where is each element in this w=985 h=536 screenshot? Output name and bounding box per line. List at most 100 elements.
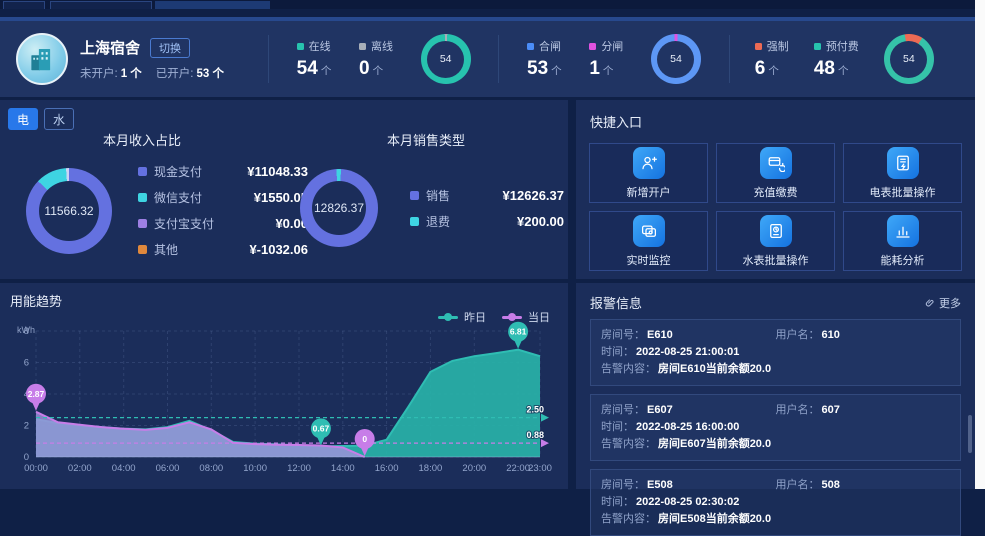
quick-entry-realtime-monitor[interactable]: 实时监控 <box>589 211 708 271</box>
site-block: 上海宿舍 切换 未开户:1 个 已开户:53 个 <box>16 33 268 85</box>
energy-trend-panel: 用能趋势 昨日 当日 00:0002:0004:0006:0008:0010:0… <box>0 283 568 489</box>
building-icon <box>27 44 57 74</box>
sales-chart-half: 本月销售类型 12826.37 销售¥12626.37 退费¥200.00 <box>284 130 568 258</box>
alarm-time-field: 时间：2022-08-25 16:00:00 <box>601 419 950 436</box>
top-tab-stub[interactable] <box>3 1 45 9</box>
online-status-group: 在线 54个 离线 0个 54 <box>269 34 498 84</box>
svg-text:2.50: 2.50 <box>526 405 544 415</box>
svg-text:2.87: 2.87 <box>28 389 45 399</box>
legend-dot <box>138 193 147 202</box>
alarm-card[interactable]: 房间号：E607 用户名：607 时间：2022-08-25 16:00:00 … <box>590 394 961 461</box>
svg-text:2: 2 <box>24 421 29 432</box>
quick-entry-add-account[interactable]: 新增开户 <box>589 143 708 203</box>
svg-text:6.81: 6.81 <box>510 327 527 337</box>
quick-entry-panel: 快捷入口 新增开户 充值缴费 电表批量操作 实时监控 <box>576 100 975 279</box>
svg-text:16:00: 16:00 <box>375 463 399 474</box>
alarm-content-field: 告警内容：房间E508当前余额20.0 <box>601 511 950 528</box>
online-dot <box>297 43 304 50</box>
legend-dot <box>138 167 147 176</box>
closed-dot <box>527 43 534 50</box>
top-tab-stub[interactable] <box>50 1 152 9</box>
site-name: 上海宿舍 <box>80 37 140 58</box>
svg-text:0.88: 0.88 <box>526 430 544 440</box>
forced-stat: 强制 6个 <box>755 38 789 80</box>
legend-item: 现金支付¥11048.33 <box>138 163 308 180</box>
monthly-charts-panel: 电 水 本月收入占比 11566.32 现金支付¥11048.33 微信支付¥1… <box>0 100 568 279</box>
not-opened-stat: 未开户:1 个 <box>80 65 142 81</box>
legend-marker <box>502 316 522 319</box>
open-stat: 分闸 1个 <box>589 38 623 80</box>
svg-text:08:00: 08:00 <box>199 463 223 474</box>
svg-text:6: 6 <box>24 358 29 369</box>
dashboard-page: { "header": { "site": { "name": "上海宿舍", … <box>0 0 985 489</box>
switch-gauge: 54 <box>651 34 701 84</box>
alarm-card[interactable]: 房间号：E610 用户名：610 时间：2022-08-25 21:00:01 … <box>590 319 961 386</box>
realtime-monitor-icon <box>633 215 665 247</box>
payment-mode-group: 强制 6个 预付费 48个 54 <box>730 34 959 84</box>
energy-analysis-icon <box>887 215 919 247</box>
legend-dot <box>410 217 419 226</box>
quick-entry-water-meter-batch[interactable]: 水表批量操作 <box>716 211 835 271</box>
prepaid-stat: 预付费 48个 <box>814 38 859 80</box>
alarms-scrollbar[interactable] <box>968 415 972 453</box>
legend-item: 其他¥-1032.06 <box>138 241 308 258</box>
open-dot <box>589 43 596 50</box>
sales-legend: 销售¥12626.37 退费¥200.00 <box>410 187 564 230</box>
alarm-more-link[interactable]: 更多 <box>925 295 961 311</box>
alarm-user-field: 用户名：610 <box>776 327 951 344</box>
svg-text:kWh: kWh <box>17 325 35 335</box>
prepaid-gauge: 54 <box>884 34 934 84</box>
page-edge <box>975 0 985 489</box>
legend-marker <box>438 316 458 319</box>
legend-item: 微信支付¥1550.05 <box>138 189 308 206</box>
top-tab-stub-active[interactable] <box>155 1 270 9</box>
alarm-content-field: 告警内容：房间E610当前余额20.0 <box>601 361 950 378</box>
trend-area-chart: 00:0002:0004:0006:0008:0010:0012:0014:00… <box>6 321 558 485</box>
alarm-user-field: 用户名：607 <box>776 402 951 419</box>
svg-text:0.67: 0.67 <box>313 423 330 433</box>
trend-title: 用能趋势 <box>0 283 568 310</box>
alarm-room-field: 房间号：E508 <box>601 477 776 494</box>
income-donut-chart: 11566.32 <box>26 168 112 254</box>
svg-text:10:00: 10:00 <box>243 463 267 474</box>
opened-stat: 已开户:53 个 <box>156 65 224 81</box>
tab-electricity[interactable]: 电 <box>8 108 38 130</box>
quick-entry-energy-analysis[interactable]: 能耗分析 <box>843 211 962 271</box>
alarm-title: 报警信息 <box>590 293 642 312</box>
alarm-room-field: 房间号：E610 <box>601 327 776 344</box>
svg-text:0: 0 <box>24 452 29 463</box>
tab-water[interactable]: 水 <box>44 108 74 130</box>
online-stat: 在线 54个 <box>297 38 332 80</box>
online-gauge: 54 <box>421 34 471 84</box>
svg-text:22:00: 22:00 <box>506 463 530 474</box>
legend-item: 退费¥200.00 <box>410 213 564 230</box>
alarm-card[interactable]: 房间号：E508 用户名：508 时间：2022-08-25 02:30:02 … <box>590 469 961 536</box>
add-user-icon <box>633 147 665 179</box>
income-chart-title: 本月收入占比 <box>0 130 284 149</box>
switch-site-button[interactable]: 切换 <box>150 38 190 58</box>
site-avatar <box>16 33 68 85</box>
svg-text:00:00: 00:00 <box>24 463 48 474</box>
svg-text:06:00: 06:00 <box>156 463 180 474</box>
quick-entry-recharge[interactable]: 充值缴费 <box>716 143 835 203</box>
quick-entry-electric-meter-batch[interactable]: 电表批量操作 <box>843 143 962 203</box>
legend-item: 销售¥12626.37 <box>410 187 564 204</box>
alarm-content-field: 告警内容：房间E607当前余额20.0 <box>601 436 950 453</box>
offline-stat: 离线 0个 <box>359 38 393 80</box>
prepaid-dot <box>814 43 821 50</box>
svg-text:04:00: 04:00 <box>112 463 136 474</box>
electric-meter-icon <box>887 147 919 179</box>
svg-text:02:00: 02:00 <box>68 463 92 474</box>
water-meter-icon <box>760 215 792 247</box>
svg-text:18:00: 18:00 <box>419 463 443 474</box>
legend-dot <box>138 219 147 228</box>
alarm-user-field: 用户名：508 <box>776 477 951 494</box>
sales-chart-title: 本月销售类型 <box>284 130 568 149</box>
alarm-room-field: 房间号：E607 <box>601 402 776 419</box>
svg-text:14:00: 14:00 <box>331 463 355 474</box>
alarm-time-field: 时间：2022-08-25 02:30:02 <box>601 494 950 511</box>
top-tab-strip <box>0 0 975 9</box>
svg-text:20:00: 20:00 <box>462 463 486 474</box>
forced-dot <box>755 43 762 50</box>
sales-donut-chart: 12826.37 <box>300 169 378 247</box>
